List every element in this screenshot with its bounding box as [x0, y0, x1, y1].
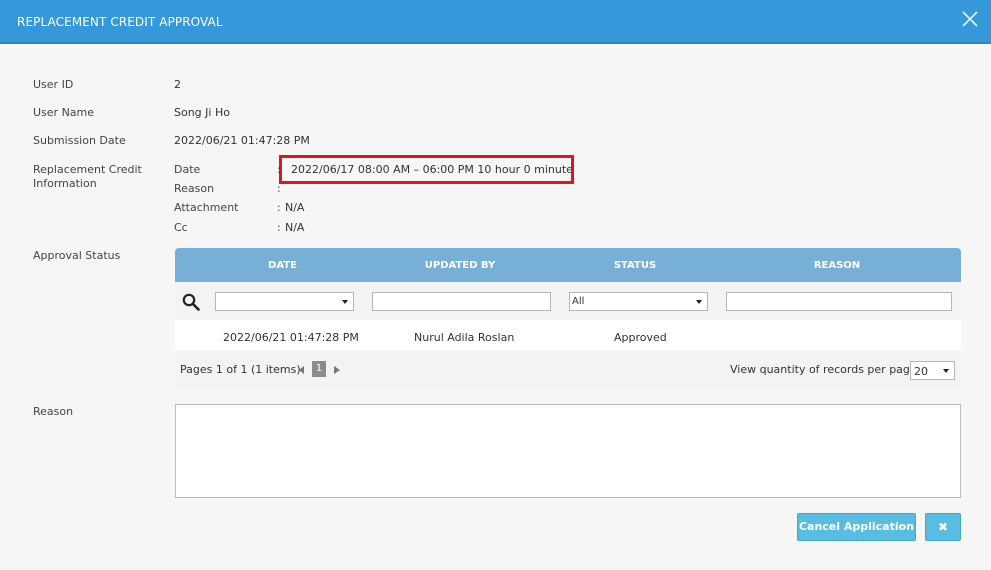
user-name-value: Song Ji Ho — [174, 106, 230, 119]
status-filter-select[interactable]: All — [569, 292, 708, 311]
highlight-box — [279, 155, 574, 184]
close-icon[interactable] — [961, 10, 979, 28]
reason-label: Reason — [33, 405, 74, 418]
cc-sublabel: Cc — [174, 221, 188, 234]
updated-by-filter-input[interactable] — [372, 292, 551, 311]
chevron-down-icon — [342, 300, 348, 304]
cancel-application-button[interactable]: Cancel Application — [797, 513, 916, 541]
per-page-label: View quantity of records per page — [730, 363, 917, 376]
column-header-status[interactable]: STATUS — [585, 260, 685, 271]
attachment-value: N/A — [285, 201, 305, 214]
colon: : — [277, 221, 281, 234]
reason-sublabel: Reason — [174, 182, 215, 195]
replacement-info-label-line2: Information — [33, 177, 97, 190]
per-page-value: 20 — [914, 365, 928, 378]
reason-filter-input[interactable] — [726, 292, 952, 311]
user-id-value: 2 — [174, 78, 181, 91]
page-number-button[interactable]: 1 — [312, 361, 326, 377]
column-header-updated-by[interactable]: UPDATED BY — [395, 260, 525, 271]
date-sublabel: Date — [174, 163, 201, 176]
user-id-label: User ID — [33, 78, 74, 91]
colon: : — [277, 182, 281, 195]
submission-date-value: 2022/06/21 01:47:28 PM — [174, 134, 310, 147]
approval-status-label: Approval Status — [33, 249, 121, 262]
attachment-sublabel: Attachment — [174, 201, 239, 214]
date-filter-select[interactable] — [215, 292, 354, 311]
user-name-label: User Name — [33, 106, 95, 119]
cell-status: Approved — [614, 331, 667, 344]
per-page-select[interactable]: 20 — [910, 361, 955, 380]
search-icon — [182, 293, 200, 311]
chevron-down-icon — [696, 300, 702, 304]
close-icon: ✖ — [937, 520, 949, 534]
pager-summary: Pages 1 of 1 (1 items) — [180, 363, 301, 376]
submission-date-label: Submission Date — [33, 134, 126, 147]
column-header-reason[interactable]: REASON — [787, 260, 887, 271]
chevron-down-icon — [943, 369, 949, 373]
approval-grid: DATE UPDATED BY STATUS REASON All 2022/0… — [175, 248, 961, 389]
next-page-icon[interactable] — [334, 366, 340, 374]
colon: : — [277, 201, 281, 214]
prev-page-icon[interactable] — [299, 366, 305, 374]
table-row[interactable]: 2022/06/21 01:47:28 PM Nurul Adila Rosla… — [175, 320, 961, 350]
replacement-info-label-line1: Replacement Credit — [33, 163, 142, 176]
grid-header: DATE UPDATED BY STATUS REASON — [175, 248, 961, 282]
cc-value: N/A — [285, 221, 305, 234]
dialog-title: REPLACEMENT CREDIT APPROVAL — [17, 15, 223, 29]
reason-textarea[interactable] — [175, 404, 961, 498]
cell-date: 2022/06/21 01:47:28 PM — [223, 331, 359, 344]
filter-row: All — [175, 282, 961, 320]
close-button[interactable]: ✖ — [925, 513, 961, 541]
pager: Pages 1 of 1 (1 items) 1 View quantity o… — [175, 350, 961, 389]
column-header-date[interactable]: DATE — [235, 260, 330, 271]
cell-updated-by: Nurul Adila Roslan — [414, 331, 515, 344]
dialog-titlebar: REPLACEMENT CREDIT APPROVAL — [0, 0, 991, 44]
status-filter-value: All — [572, 296, 585, 307]
